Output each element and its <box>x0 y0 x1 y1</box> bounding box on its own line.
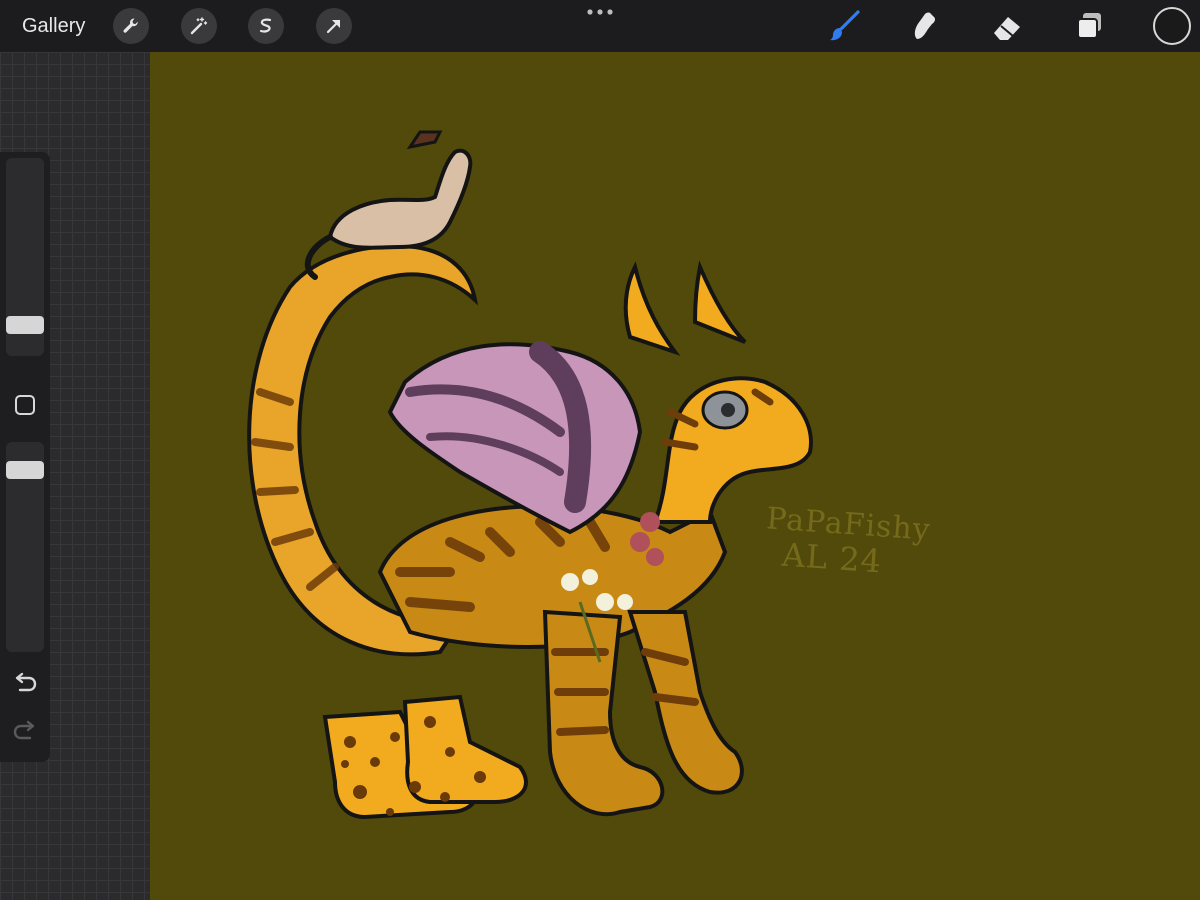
brush-tool-button[interactable] <box>824 6 864 46</box>
top-toolbar: Gallery <box>0 0 1200 52</box>
actions-button[interactable] <box>113 8 149 44</box>
selection-icon <box>259 18 272 33</box>
rat-companion <box>327 148 473 250</box>
opacity-slider[interactable] <box>6 442 44 652</box>
selection-button[interactable] <box>248 8 284 44</box>
color-picker-button[interactable] <box>1153 7 1191 45</box>
layers-icon <box>1077 13 1101 39</box>
redo-button[interactable] <box>12 720 38 742</box>
smudge-tool-button[interactable] <box>904 6 944 46</box>
brush-size-thumb[interactable] <box>6 316 44 334</box>
transform-button[interactable] <box>316 8 352 44</box>
undo-button[interactable] <box>12 672 38 694</box>
layers-button[interactable] <box>1070 6 1110 46</box>
dragon-horn-left <box>623 261 681 356</box>
modify-button[interactable] <box>14 394 36 416</box>
wrench-icon <box>123 18 138 33</box>
gallery-button[interactable]: Gallery <box>22 13 85 39</box>
magic-wand-icon <box>190 17 208 35</box>
right-boot <box>402 694 528 804</box>
dragon-horn-right <box>692 260 747 344</box>
smudge-icon <box>914 12 936 39</box>
left-sidebar <box>0 152 50 762</box>
opacity-thumb[interactable] <box>6 461 44 479</box>
adjustments-button[interactable] <box>181 8 217 44</box>
transform-arrow-icon <box>326 19 341 34</box>
drawing-canvas[interactable]: PaPaFishy AL 24 <box>150 52 1200 900</box>
eraser-tool-button[interactable] <box>987 6 1027 46</box>
eraser-icon <box>994 17 1020 40</box>
dragon-artwork <box>247 130 813 820</box>
brush-size-slider[interactable] <box>6 158 44 356</box>
more-options-icon[interactable] <box>586 6 614 18</box>
brush-icon <box>830 10 860 41</box>
rat-hat <box>406 130 443 150</box>
